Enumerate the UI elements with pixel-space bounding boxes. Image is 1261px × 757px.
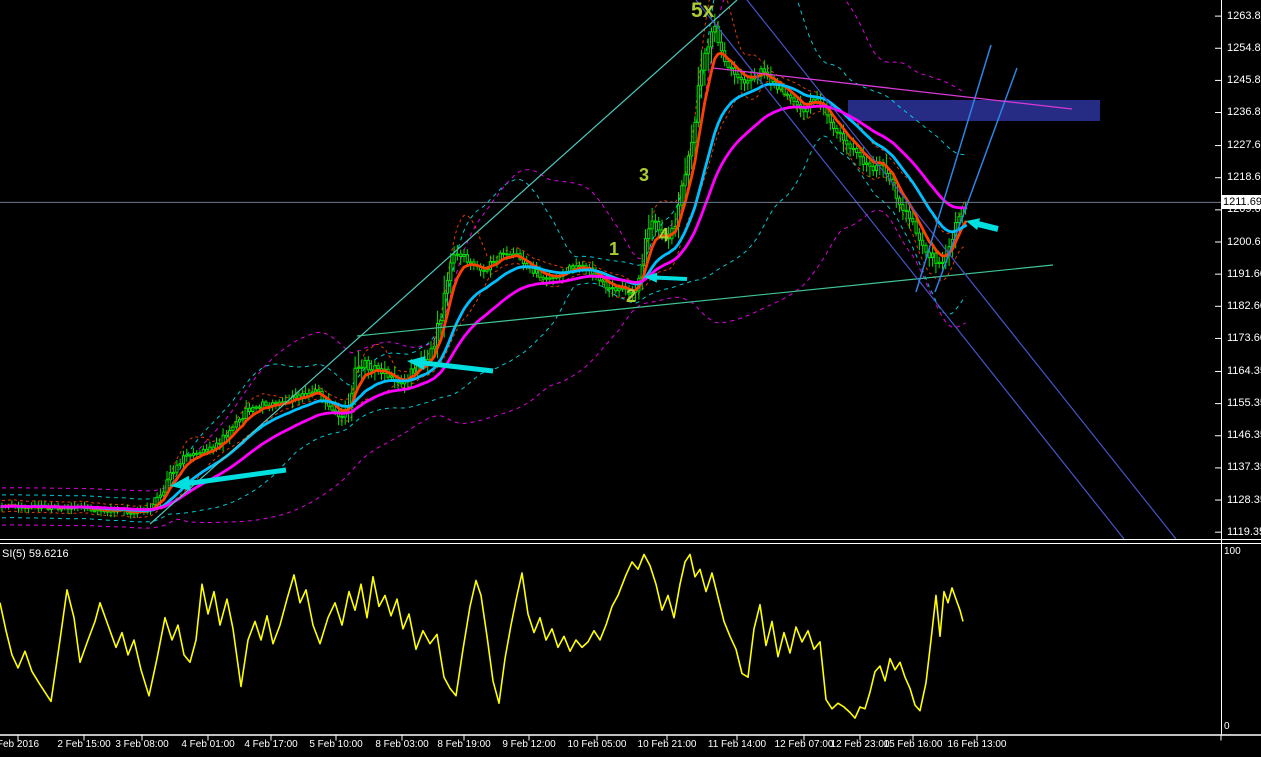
time-axis-label: 8 Feb 03:00 [375, 739, 429, 750]
rsi-indicator-label: SI(5) 59.6216 [2, 548, 69, 560]
wave-count-label[interactable]: 5x [691, 0, 714, 21]
current-price-box: 1211.69 [1222, 195, 1261, 209]
rsi-scale-bottom: 0 [1224, 721, 1230, 732]
time-axis-label: Feb 2016 [0, 739, 40, 750]
candle-wicks [1, 13, 967, 519]
time-axis-label: 4 Feb 01:00 [181, 739, 235, 750]
price-axis-label: 1128.35 [1227, 493, 1261, 506]
band-line-1 [1, 135, 966, 523]
wave-count-label[interactable]: 2 [626, 287, 636, 305]
price-axis-label: 1146.35 [1227, 429, 1261, 442]
price-axis-label: 1173.60 [1227, 331, 1261, 344]
time-axis-label: 10 Feb 21:00 [637, 739, 697, 750]
time-axis-label: 12 Feb 23:00 [830, 739, 890, 750]
time-axis-label: 4 Feb 17:00 [244, 739, 298, 750]
rsi-scale-top: 100 [1224, 546, 1241, 557]
time-axis-label: 15 Feb 16:00 [883, 739, 943, 750]
time-axis-label: 3 Feb 08:00 [115, 739, 169, 750]
price-axis-label: 1245.85 [1227, 73, 1261, 86]
wave-count-label[interactable]: 4 [659, 226, 669, 244]
band-line-0 [1, 0, 967, 507]
time-axis-label: 10 Feb 05:00 [567, 739, 627, 750]
band-line-2 [1, 0, 966, 492]
price-axis-label: 1200.60 [1227, 235, 1261, 248]
price-axis-label: 1191.60 [1227, 267, 1261, 280]
mt4-chart-window: 1263.85 1254.85 1245.85 1236.85 1227.60 1218.… [0, 0, 1261, 757]
rsi-panel[interactable] [0, 553, 964, 719]
arrow-annotation[interactable] [170, 467, 287, 491]
price-axis-label: 1137.35 [1227, 461, 1261, 474]
slow-ma-line [0, 104, 967, 511]
time-axis-label: 12 Feb 07:00 [774, 739, 834, 750]
price-axis-label: 1155.35 [1227, 397, 1261, 410]
time-axis-label: 16 Feb 13:00 [947, 739, 1007, 750]
wave-count-label[interactable]: 3 [639, 166, 649, 184]
current-price-value: 1211.69 [1223, 196, 1261, 208]
time-axis-label: 2 Feb 15:00 [57, 739, 111, 750]
main-chart-panel[interactable] [0, 0, 1221, 539]
price-axis-label: 1254.85 [1227, 41, 1261, 54]
band-line-1 [1, 0, 966, 500]
chart-canvas[interactable] [0, 0, 1261, 757]
price-axis-label: 1263.85 [1227, 9, 1261, 22]
trendline-2[interactable] [695, 0, 1125, 539]
price-axis-label: 1236.85 [1227, 106, 1261, 119]
trendline-3[interactable] [746, 0, 1177, 539]
price-axis-label: 1182.60 [1227, 299, 1261, 312]
arrow-annotation[interactable] [966, 218, 999, 232]
price-axis-label: 1218.60 [1227, 171, 1261, 184]
price-axis-label: 1119.35 [1227, 525, 1261, 538]
time-axis-label: 11 Feb 14:00 [707, 739, 767, 750]
time-axis-label: 9 Feb 12:00 [502, 739, 556, 750]
rsi-line [0, 553, 964, 719]
band-line-0 [1, 80, 966, 519]
time-axis-label: 5 Feb 10:00 [309, 739, 363, 750]
fast-ma-line [0, 51, 967, 514]
mid-ma-line [0, 82, 967, 512]
price-axis-label: 1227.60 [1227, 139, 1261, 152]
price-axis-label: 1164.35 [1227, 364, 1261, 377]
wave-count-label[interactable]: 1 [609, 240, 619, 258]
time-axis-label: 8 Feb 19:00 [437, 739, 491, 750]
